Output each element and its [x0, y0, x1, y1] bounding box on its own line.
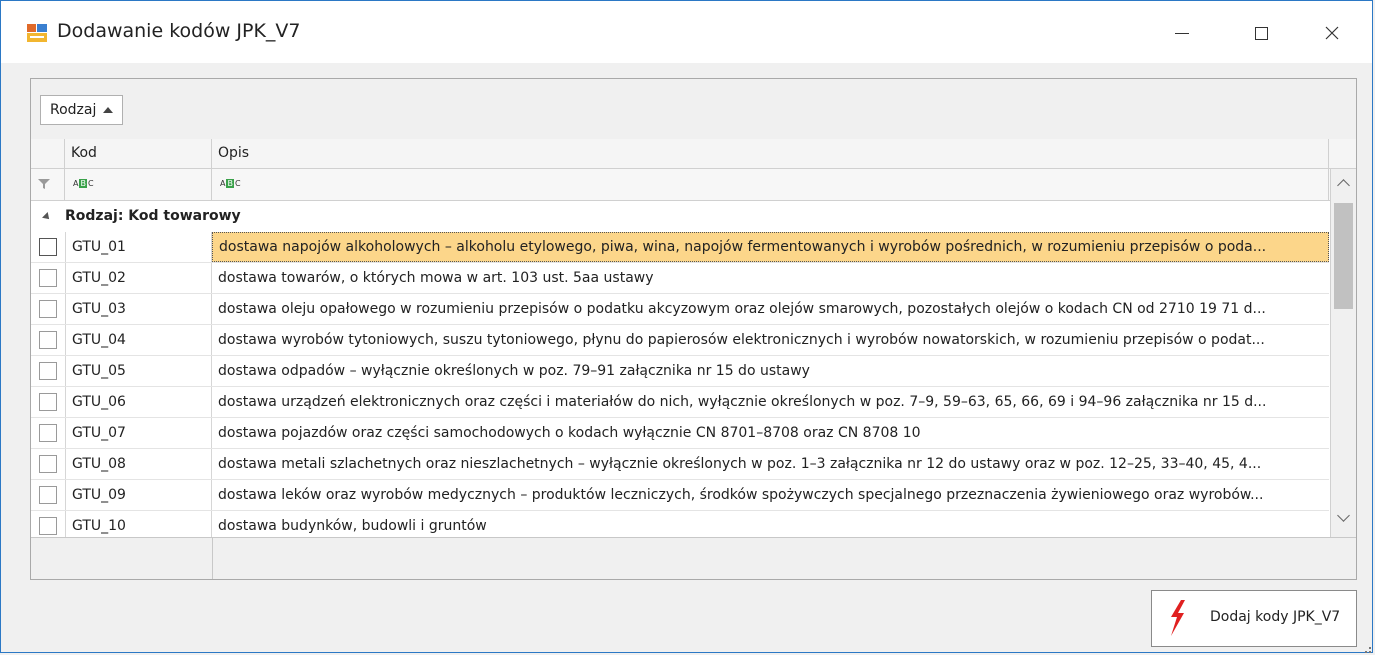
row-kod: GTU_05 — [65, 356, 212, 386]
row-opis: dostawa odpadów – wyłącznie określonych … — [218, 363, 810, 379]
group-chip-label: Rodzaj — [50, 102, 97, 118]
group-row[interactable]: Rodzaj: Kod towarowy — [31, 201, 1329, 232]
row-kod: GTU_02 — [65, 263, 212, 293]
row-kod: GTU_08 — [65, 449, 212, 479]
row-opis: dostawa napojów alkoholowych – alkoholu … — [212, 232, 1329, 262]
row-kod: GTU_09 — [65, 480, 212, 510]
filter-row-indicator — [31, 169, 65, 200]
window-title: Dodawanie kodów JPK_V7 — [57, 20, 301, 42]
header-checkbox-column — [31, 139, 65, 168]
row-kod: GTU_10 — [65, 511, 212, 537]
row-kod: GTU_07 — [65, 418, 212, 448]
add-jpk-codes-label: Dodaj kody JPK_V7 — [1210, 609, 1341, 625]
row-checkbox[interactable] — [39, 517, 57, 535]
group-by-panel: Rodzaj — [31, 79, 1356, 140]
scroll-down-icon[interactable] — [1337, 509, 1350, 522]
table-row[interactable]: GTU_07 dostawa pojazdów oraz części samoc… — [31, 418, 1329, 449]
close-icon — [1325, 26, 1339, 40]
row-opis: dostawa budynków, budowli i gruntów — [218, 518, 487, 534]
dialog-window: Dodawanie kodów JPK_V7 Rodzaj Kod Opis A… — [0, 0, 1373, 653]
table-row[interactable]: GTU_06 dostawa urządzeń elektronicznych o… — [31, 387, 1329, 418]
row-opis: dostawa urządzeń elektronicznych oraz cz… — [218, 394, 1267, 410]
table-row[interactable]: GTU_05 dostawa odpadów – wyłącznie określ… — [31, 356, 1329, 387]
text-filter-abc-icon: ABC — [73, 179, 94, 188]
table-row[interactable]: GTU_01 dostawa napojów alkoholowych – alk… — [31, 232, 1329, 263]
row-checkbox[interactable] — [39, 331, 57, 349]
table-row[interactable]: GTU_03 dostawa oleju opałowego w rozumien… — [31, 294, 1329, 325]
filter-funnel-icon — [38, 179, 50, 189]
row-checkbox[interactable] — [39, 238, 57, 256]
row-opis: dostawa towarów, o których mowa w art. 1… — [218, 270, 654, 286]
table-row[interactable]: GTU_08 dostawa metali szlachetnych oraz n… — [31, 449, 1329, 480]
row-checkbox[interactable] — [39, 269, 57, 287]
footer-divider — [212, 538, 213, 579]
table-row[interactable]: GTU_04 dostawa wyrobów tytoniowych, suszu… — [31, 325, 1329, 356]
scroll-thumb[interactable] — [1334, 203, 1353, 309]
text-filter-abc-icon: ABC — [220, 179, 241, 188]
row-opis: dostawa metali szlachetnych oraz nieszla… — [218, 456, 1262, 472]
collapse-icon[interactable] — [42, 212, 52, 222]
group-chip-rodzaj[interactable]: Rodzaj — [40, 95, 124, 125]
row-kod: GTU_03 — [65, 294, 212, 324]
codes-grid: Rodzaj Kod Opis ABC ABC Rodzaj: Kod towa… — [30, 78, 1357, 580]
lightning-bolt-icon — [1171, 600, 1185, 636]
title-bar: Dodawanie kodów JPK_V7 — [1, 1, 1372, 63]
minimize-button[interactable] — [1159, 15, 1205, 51]
resize-grip-icon[interactable] — [1365, 647, 1371, 653]
add-jpk-codes-button[interactable]: Dodaj kody JPK_V7 — [1151, 590, 1357, 647]
row-checkbox[interactable] — [39, 393, 57, 411]
row-opis: dostawa wyrobów tytoniowych, suszu tyton… — [218, 332, 1265, 348]
grid-body: Rodzaj: Kod towarowy GTU_01 dostawa napoj… — [31, 201, 1329, 537]
app-form-icon — [27, 24, 47, 42]
table-row[interactable]: GTU_02 dostawa towarów, o których mowa w … — [31, 263, 1329, 294]
group-label: Rodzaj: Kod towarowy — [65, 208, 241, 224]
table-row[interactable]: GTU_10 dostawa budynków, budowli i gruntó… — [31, 511, 1329, 537]
row-checkbox[interactable] — [39, 362, 57, 380]
row-opis: dostawa oleju opałowego w rozumieniu prz… — [218, 301, 1266, 317]
sort-ascending-icon — [103, 107, 114, 113]
table-row[interactable]: GTU_09 dostawa leków oraz wyrobów medyczn… — [31, 480, 1329, 511]
row-checkbox[interactable] — [39, 486, 57, 504]
maximize-icon — [1254, 26, 1268, 40]
row-checkbox[interactable] — [39, 455, 57, 473]
scroll-up-icon[interactable] — [1337, 179, 1350, 192]
minimize-icon — [1175, 32, 1189, 34]
close-button[interactable] — [1309, 15, 1355, 51]
row-checkbox[interactable] — [39, 424, 57, 442]
row-kod: GTU_01 — [65, 232, 212, 262]
column-header-kod[interactable]: Kod — [65, 139, 212, 168]
filter-cell-kod[interactable]: ABC — [65, 169, 212, 200]
maximize-button[interactable] — [1238, 15, 1284, 51]
vertical-scrollbar[interactable] — [1330, 169, 1356, 537]
row-opis: dostawa pojazdów oraz części samochodowy… — [218, 425, 921, 441]
column-header-opis[interactable]: Opis — [212, 139, 1329, 168]
row-opis: dostawa leków oraz wyrobów medycznych – … — [218, 487, 1264, 503]
row-kod: GTU_04 — [65, 325, 212, 355]
filter-cell-opis[interactable]: ABC — [212, 169, 1329, 200]
grid-footer-row — [31, 537, 1356, 579]
filter-row: ABC ABC — [31, 169, 1356, 201]
row-checkbox[interactable] — [39, 300, 57, 318]
row-kod: GTU_06 — [65, 387, 212, 417]
column-header-row: Kod Opis — [31, 139, 1356, 169]
